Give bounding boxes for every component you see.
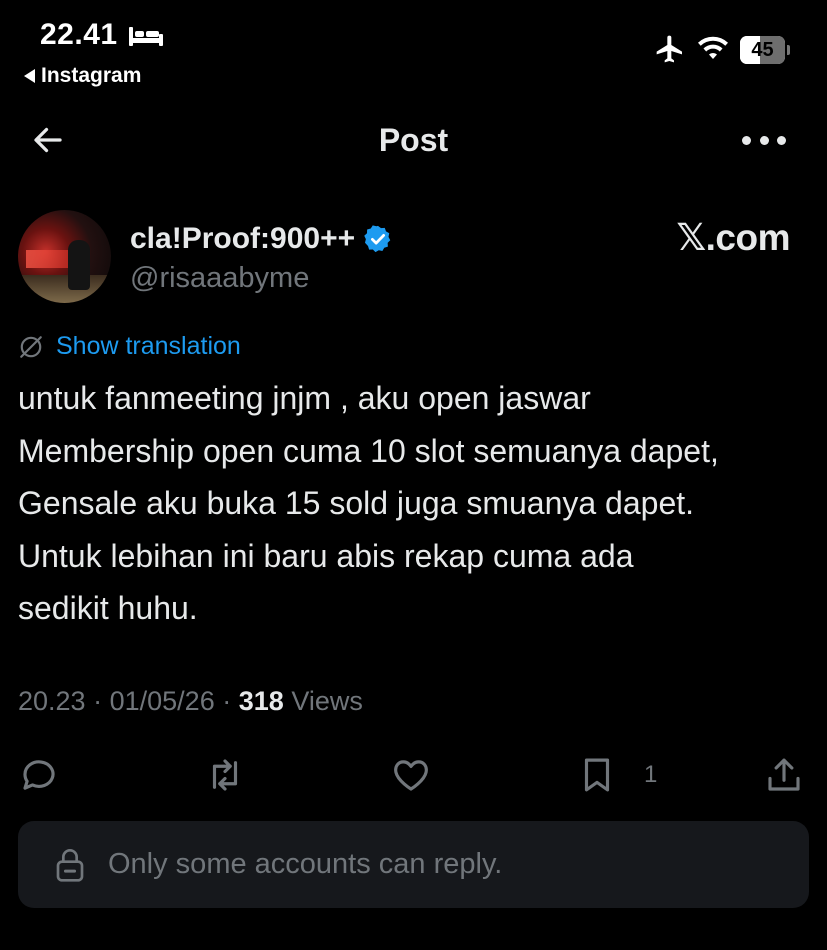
page-title: Post — [378, 122, 449, 158]
avatar-person — [68, 240, 90, 290]
repost-button[interactable] — [204, 754, 246, 796]
avatar[interactable] — [18, 210, 111, 303]
show-translation-link[interactable]: Show translation — [18, 332, 241, 361]
repost-icon — [212, 759, 238, 791]
views-count: 318 — [238, 686, 284, 716]
share-icon — [768, 758, 800, 791]
reply-restriction-text: Only some accounts can reply. — [108, 848, 503, 880]
translate-icon — [20, 335, 42, 358]
post-time: 20.23 — [18, 686, 86, 716]
avatar-crowd — [18, 275, 111, 303]
tweet-line: Untuk lebihan ini baru abis rekap cuma a… — [18, 537, 634, 574]
share-button[interactable] — [763, 754, 805, 796]
more-icon[interactable] — [742, 128, 786, 152]
back-to-app-link[interactable]: Instagram — [24, 64, 141, 88]
battery-body: 45 — [740, 36, 785, 64]
meta-separator: · — [222, 686, 232, 716]
post-header: Post — [0, 108, 827, 172]
display-name-text: cla!Proof:900++ — [130, 222, 356, 255]
display-name[interactable]: cla!Proof:900++ — [130, 222, 393, 256]
tweet-line: Membership open cuma 10 slot semuanya da… — [18, 432, 719, 469]
meta-separator: · — [93, 686, 103, 716]
tweet-line: Gensale aku buka 15 sold juga smuanya da… — [18, 485, 695, 521]
wifi-icon — [698, 36, 728, 59]
back-app-label: Instagram — [41, 64, 142, 87]
back-triangle-icon — [24, 69, 35, 83]
post-date: 01/05/26 — [109, 686, 215, 716]
battery-icon: 45 — [740, 36, 790, 64]
views-label: Views — [291, 686, 363, 716]
reply-restriction-box: Only some accounts can reply. — [18, 821, 809, 908]
bookmark-button[interactable]: 1 — [576, 754, 657, 796]
post-meta: 20.23 · 01/05/26 · 318 Views — [18, 686, 363, 717]
like-button[interactable] — [390, 754, 432, 796]
verified-badge-icon — [364, 225, 391, 253]
airplane-icon — [656, 35, 682, 63]
bookmark-count: 1 — [644, 761, 658, 788]
user-handle[interactable]: @risaaabyme — [130, 262, 309, 295]
more-dot — [777, 135, 786, 145]
reply-button[interactable] — [18, 754, 60, 796]
tweet-text: untuk fanmeeting jnjm , aku open jaswar … — [18, 372, 818, 635]
bookmark-icon — [584, 758, 610, 792]
lock-icon — [56, 848, 84, 882]
status-bar: 22.41 Instagram 45 — [0, 0, 827, 100]
action-bar: 1 — [0, 748, 827, 802]
battery-nub — [787, 45, 790, 55]
author-row: cla!Proof:900++ @risaaabyme 𝕏.com — [18, 210, 808, 310]
heart-icon — [394, 760, 428, 791]
status-time: 22.41 — [40, 18, 118, 51]
reply-icon — [23, 760, 55, 790]
x-com-watermark: 𝕏.com — [676, 217, 790, 258]
tweet-line: sedikit huhu. — [18, 590, 198, 626]
tweet-line: untuk fanmeeting jnjm , aku open jaswar — [18, 380, 591, 416]
battery-level: 45 — [751, 39, 774, 61]
more-dot — [759, 135, 769, 145]
show-translation-label: Show translation — [56, 332, 241, 360]
more-dot — [742, 135, 751, 145]
bed-icon — [129, 27, 163, 46]
